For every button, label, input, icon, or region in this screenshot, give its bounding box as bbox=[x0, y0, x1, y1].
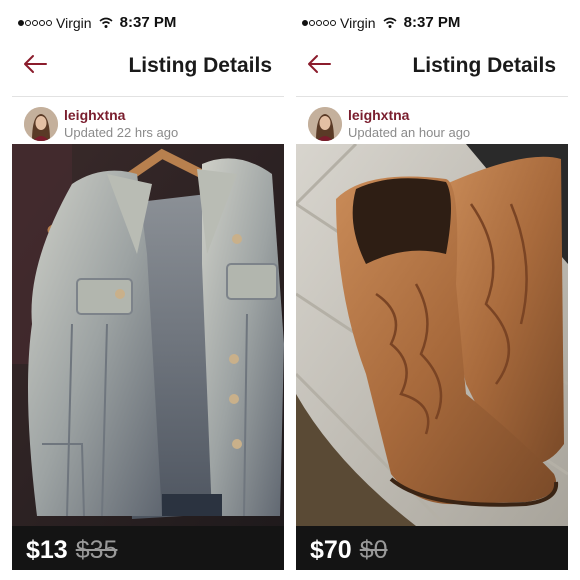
username[interactable]: leighxtna bbox=[348, 107, 409, 123]
avatar[interactable] bbox=[24, 107, 58, 141]
price: $70 bbox=[310, 535, 352, 564]
back-arrow-icon[interactable] bbox=[22, 54, 48, 74]
listing-panel-right: Virgin 8:37 PM Listing Details leighxtna… bbox=[296, 10, 568, 570]
status-time: 8:37 PM bbox=[403, 14, 461, 31]
page-title: Listing Details bbox=[412, 54, 556, 77]
nav-bar: Listing Details bbox=[12, 36, 284, 97]
updated-time: Updated an hour ago bbox=[348, 125, 471, 140]
listing-photo[interactable] bbox=[12, 144, 284, 526]
page-title: Listing Details bbox=[128, 54, 272, 77]
username[interactable]: leighxtna bbox=[64, 107, 125, 123]
price-bar: $70 $0 bbox=[296, 526, 568, 570]
price: $13 bbox=[26, 535, 68, 564]
status-bar: Virgin 8:37 PM bbox=[12, 10, 284, 36]
avatar[interactable] bbox=[308, 107, 342, 141]
listing-panel-left: Virgin 8:37 PM Listing Details leighxtna… bbox=[12, 10, 284, 570]
listing-photo[interactable] bbox=[296, 144, 568, 526]
screenshot-collage: Virgin 8:37 PM Listing Details leighxtna… bbox=[0, 0, 580, 580]
original-price: $0 bbox=[359, 535, 388, 564]
price-bar: $13 $35 bbox=[12, 526, 284, 570]
status-time: 8:37 PM bbox=[119, 14, 177, 31]
back-arrow-icon[interactable] bbox=[306, 54, 332, 74]
nav-bar: Listing Details bbox=[296, 36, 568, 97]
status-bar: Virgin 8:37 PM bbox=[296, 10, 568, 36]
original-price: $35 bbox=[75, 535, 118, 564]
updated-time: Updated 22 hrs ago bbox=[64, 125, 179, 140]
